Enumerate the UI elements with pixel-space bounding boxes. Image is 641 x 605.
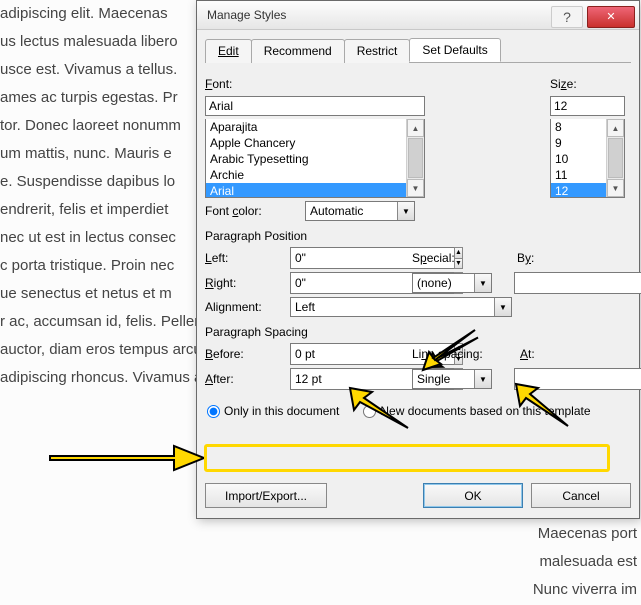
special-label: Special: (412, 251, 467, 265)
chevron-down-icon[interactable]: ▼ (397, 202, 414, 220)
at-input[interactable] (514, 368, 641, 390)
radio-input[interactable] (207, 405, 220, 418)
paragraph-position-title: Paragraph Position (205, 229, 631, 243)
line-spacing-label: Line spacing: (412, 347, 492, 361)
only-this-document-radio[interactable]: Only in this document (207, 404, 339, 418)
ok-button[interactable]: OK (423, 483, 523, 508)
arrow-down-icon[interactable]: ▼ (407, 179, 424, 197)
list-item[interactable]: Arial (206, 183, 424, 198)
by-spinner[interactable]: ▲▼ (514, 272, 579, 294)
tab-edit[interactable]: Edit (205, 39, 252, 63)
close-button[interactable]: ✕ (587, 6, 635, 28)
chevron-down-icon[interactable]: ▼ (494, 298, 511, 316)
font-color-combo[interactable]: Automatic ▼ (305, 201, 415, 221)
cancel-button[interactable]: Cancel (531, 483, 631, 508)
left-spinner[interactable]: ▲▼ (290, 247, 390, 269)
scrollbar-thumb[interactable] (608, 138, 623, 178)
doc-line: Maecenas port (538, 520, 637, 548)
before-label: Before: (205, 347, 290, 361)
tab-restrict[interactable]: Restrict (344, 39, 411, 63)
list-item[interactable]: Archie (206, 167, 424, 183)
chevron-down-icon[interactable]: ▼ (474, 274, 491, 292)
font-color-label: Font color: (205, 204, 305, 218)
scrollbar-thumb[interactable] (408, 138, 423, 178)
tab-set-defaults[interactable]: Set Defaults (409, 38, 500, 62)
list-item[interactable]: Arabic Typesetting (206, 151, 424, 167)
size-listbox[interactable]: 8 9 10 11 12 ▲ ▼ (550, 119, 625, 198)
by-label: By: (517, 251, 547, 265)
dialog-titlebar[interactable]: Manage Styles ? ✕ (197, 1, 639, 30)
list-item[interactable]: Apple Chancery (206, 135, 424, 151)
combo-value: (none) (417, 276, 452, 290)
font-listbox[interactable]: Aparajita Apple Chancery Arabic Typesett… (205, 119, 425, 198)
arrow-up-icon[interactable]: ▲ (607, 119, 624, 137)
combo-value: Automatic (310, 204, 363, 218)
combo-value: Single (417, 372, 450, 386)
arrow-up-icon[interactable]: ▲ (407, 119, 424, 137)
font-input[interactable] (205, 96, 425, 116)
doc-line: Nunc viverra im (533, 576, 637, 604)
size-input[interactable] (550, 96, 625, 116)
left-label: Left: (205, 251, 290, 265)
before-spinner[interactable]: ▲▼ (290, 343, 390, 365)
tab-strip: Edit Recommend Restrict Set Defaults (205, 38, 631, 63)
import-export-button[interactable]: Import/Export... (205, 483, 327, 508)
size-list-scrollbar[interactable]: ▲ ▼ (606, 119, 624, 197)
after-spinner[interactable]: ▲▼ (290, 368, 390, 390)
font-list-scrollbar[interactable]: ▲ ▼ (406, 119, 424, 197)
after-label: After: (205, 372, 290, 386)
chevron-down-icon[interactable]: ▼ (474, 370, 491, 388)
special-combo[interactable]: (none) ▼ (412, 273, 492, 293)
help-button[interactable]: ? (551, 6, 583, 28)
combo-value: Left (295, 300, 315, 314)
alignment-label: Alignment: (205, 300, 290, 314)
size-label: Size: (550, 77, 625, 91)
at-label: At: (520, 347, 550, 361)
right-label: Right: (205, 276, 290, 290)
list-item[interactable]: Aparajita (206, 119, 424, 135)
radio-label-text: Only in this document (224, 404, 339, 418)
radio-input[interactable] (363, 405, 376, 418)
at-spinner[interactable]: ▲▼ (514, 368, 579, 390)
right-spinner[interactable]: ▲▼ (290, 272, 390, 294)
dialog-title: Manage Styles (207, 8, 551, 22)
doc-line: malesuada est (539, 548, 637, 576)
paragraph-spacing-title: Paragraph Spacing (205, 325, 631, 339)
tab-recommend[interactable]: Recommend (251, 39, 345, 63)
new-documents-template-radio[interactable]: New documents based on this template (363, 404, 590, 418)
arrow-down-icon[interactable]: ▼ (607, 179, 624, 197)
alignment-combo[interactable]: Left ▼ (290, 297, 512, 317)
radio-label-text: New documents based on this template (380, 404, 590, 418)
line-spacing-combo[interactable]: Single ▼ (412, 369, 492, 389)
manage-styles-dialog: Manage Styles ? ✕ Edit Recommend Restric… (196, 0, 640, 519)
by-input[interactable] (514, 272, 641, 294)
font-label: Font: (205, 77, 425, 91)
